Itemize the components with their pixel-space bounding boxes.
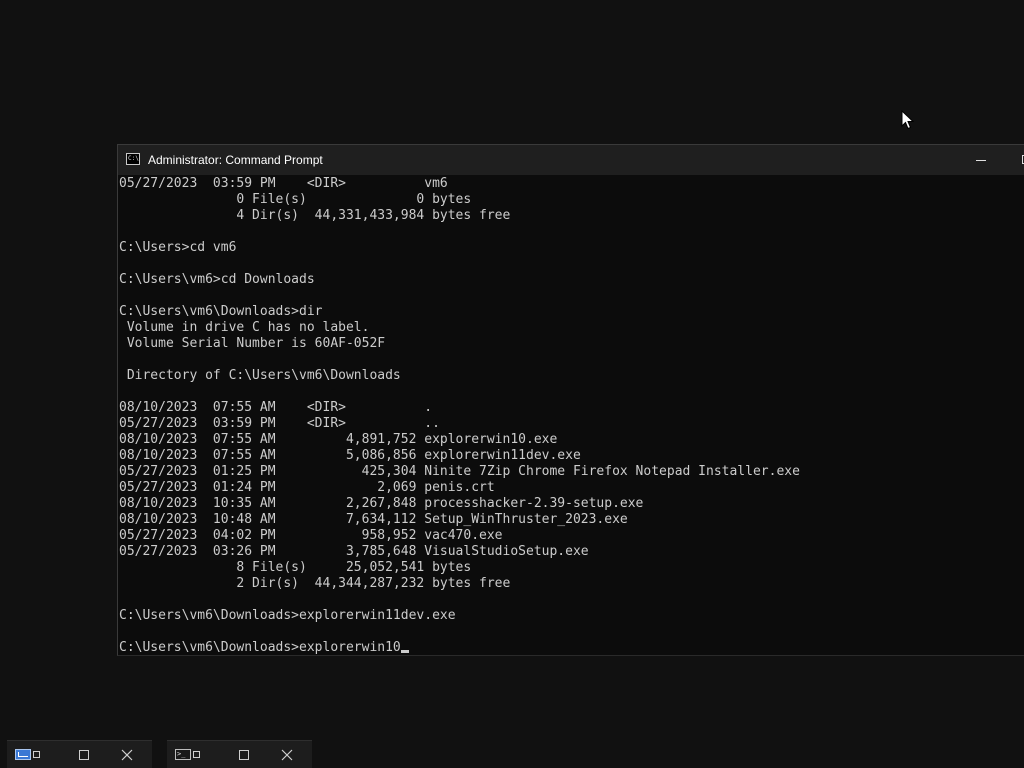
console-line: 05/27/2023 01:24 PM 2,069 penis.crt <box>119 480 495 495</box>
console-line: Volume in drive C has no label. <box>119 320 370 335</box>
mouse-pointer-icon <box>901 110 915 130</box>
console-line: 05/27/2023 03:26 PM 3,785,648 VisualStud… <box>119 544 589 559</box>
restore-icon[interactable] <box>193 751 200 758</box>
console-line: 8 File(s) 25,052,541 bytes <box>119 560 472 575</box>
console-line: C:\Users>cd vm6 <box>119 240 237 255</box>
terminal-icon <box>175 749 191 760</box>
close-icon[interactable] <box>281 749 293 761</box>
taskbar-thumbnail-task-manager[interactable] <box>7 740 152 768</box>
console-line: 0 File(s) 0 bytes <box>119 192 472 207</box>
text-cursor <box>400 650 409 653</box>
maximize-button[interactable] <box>1004 145 1024 175</box>
command-prompt-window[interactable]: Administrator: Command Prompt 05/27/2023… <box>117 144 1024 656</box>
restore-icon[interactable] <box>33 751 40 758</box>
console-line: Directory of C:\Users\vm6\Downloads <box>119 368 401 383</box>
window-title: Administrator: Command Prompt <box>148 153 323 167</box>
task-manager-icon <box>15 749 31 760</box>
taskbar-thumbnail-terminal[interactable] <box>167 740 312 768</box>
console-line: 08/10/2023 07:55 AM 4,891,752 explorerwi… <box>119 432 558 447</box>
console-line: C:\Users\vm6\Downloads>dir <box>119 304 323 319</box>
window-titlebar[interactable]: Administrator: Command Prompt <box>118 145 1024 175</box>
close-icon[interactable] <box>121 749 133 761</box>
current-input-line[interactable]: C:\Users\vm6\Downloads>explorerwin10 <box>119 640 409 654</box>
console-line: 08/10/2023 07:55 AM 5,086,856 explorerwi… <box>119 448 581 463</box>
console-line: C:\Users\vm6>cd Downloads <box>119 272 315 287</box>
console-line: C:\Users\vm6\Downloads>explorerwin11dev.… <box>119 608 456 623</box>
command-input[interactable]: C:\Users\vm6\Downloads>explorerwin10 <box>119 640 401 654</box>
console-line: 08/10/2023 10:48 AM 7,634,112 Setup_WinT… <box>119 512 628 527</box>
maximize-icon[interactable] <box>79 750 89 760</box>
cmd-icon <box>126 153 140 165</box>
console-line: 08/10/2023 07:55 AM <DIR> . <box>119 400 433 415</box>
console-line: 05/27/2023 03:59 PM <DIR> vm6 <box>119 176 448 191</box>
console-line: 05/27/2023 03:59 PM <DIR> .. <box>119 416 440 431</box>
maximize-icon[interactable] <box>239 750 249 760</box>
console-line: 2 Dir(s) 44,344,287,232 bytes free <box>119 576 511 591</box>
minimize-icon <box>976 160 986 161</box>
console-line: 05/27/2023 01:25 PM 425,304 Ninite 7Zip … <box>119 464 800 479</box>
console-output[interactable]: 05/27/2023 03:59 PM <DIR> vm6 0 File(s) … <box>118 176 1024 654</box>
minimize-button[interactable] <box>958 145 1004 175</box>
console-line: 4 Dir(s) 44,331,433,984 bytes free <box>119 208 511 223</box>
console-line: 08/10/2023 10:35 AM 2,267,848 processhac… <box>119 496 644 511</box>
console-line: Volume Serial Number is 60AF-052F <box>119 336 386 351</box>
console-line: 05/27/2023 04:02 PM 958,952 vac470.exe <box>119 528 503 543</box>
